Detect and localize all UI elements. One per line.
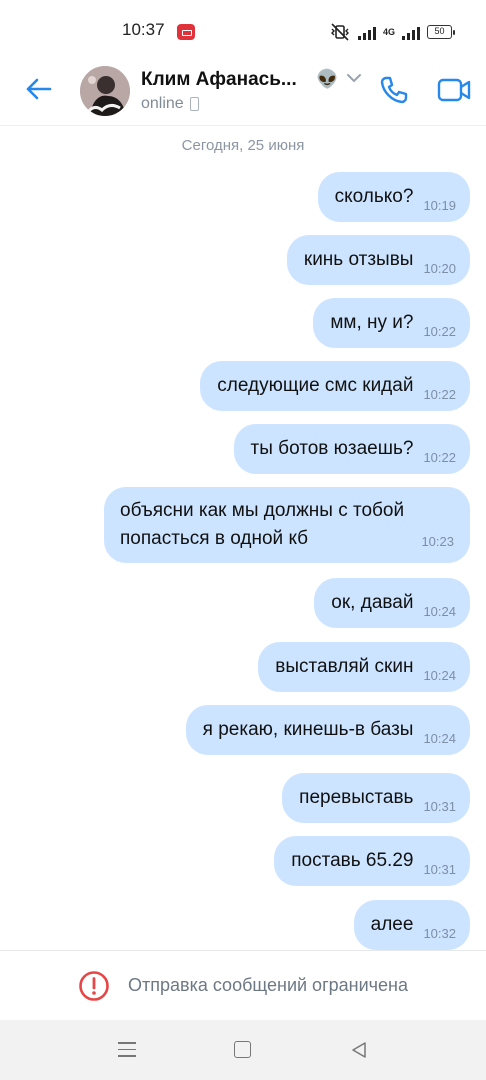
message-bubble[interactable]: мм, ну и? 10:22: [313, 298, 470, 348]
message-time: 10:31: [423, 799, 456, 814]
message-row: поставь 65.29 10:31: [274, 836, 470, 886]
online-status-text: online: [141, 95, 184, 112]
message-text: кинь отзывы: [303, 249, 414, 270]
status-icons: 4G 50: [329, 21, 455, 43]
back-button[interactable]: [20, 74, 56, 104]
message-text: мм, ну и?: [330, 312, 414, 333]
chevron-down-icon[interactable]: [346, 72, 362, 84]
message-row: мм, ну и? 10:22: [313, 298, 470, 348]
restriction-text: Отправка сообщений ограничена: [128, 975, 408, 995]
message-time: 10:22: [423, 324, 456, 339]
message-row: выставляй скин 10:24: [258, 642, 470, 692]
message-bubble[interactable]: выставляй скин 10:24: [258, 642, 470, 692]
message-text: поставь 65.29: [291, 850, 414, 871]
message-row: ты ботов юзаешь? 10:22: [233, 424, 470, 474]
message-row: следующие смс кидай 10:22: [200, 361, 470, 411]
message-text: я рекаю, кинешь-в базы: [202, 719, 414, 740]
phone-icon: [380, 76, 408, 104]
avatar[interactable]: [80, 66, 130, 116]
message-row: сколько? 10:19: [317, 172, 470, 222]
signal-icon-2: [402, 24, 420, 40]
status-time: 10:37: [122, 20, 165, 39]
recent-apps-button[interactable]: [118, 1042, 136, 1058]
chat-header: Клим Афанась... 👽 online: [0, 62, 486, 126]
contact-status: online: [141, 95, 199, 113]
message-bubble[interactable]: ты ботов юзаешь? 10:22: [233, 424, 470, 474]
message-text: перевыставь: [299, 787, 414, 808]
message-bubble[interactable]: перевыставь 10:31: [282, 773, 470, 823]
message-text: ок, давай: [331, 592, 414, 613]
message-time: 10:20: [423, 261, 456, 276]
message-list[interactable]: Сегодня, 25 июня сколько? 10:19 кинь отзы…: [0, 127, 486, 950]
alien-emoji: 👽: [316, 69, 339, 89]
contact-name[interactable]: Клим Афанась...: [141, 69, 297, 91]
chat-screen: 10:37 4G 50 Клим Афанась... 👽 online Сег…: [0, 0, 486, 1080]
message-bubble[interactable]: поставь 65.29 10:31: [274, 836, 470, 886]
status-bar: 10:37 4G 50: [0, 0, 486, 62]
message-time: 10:22: [423, 387, 456, 402]
message-row: ок, давай 10:24: [314, 578, 470, 628]
message-time: 10:24: [423, 731, 456, 746]
message-bubble[interactable]: сколько? 10:19: [317, 172, 470, 222]
call-button[interactable]: [374, 70, 414, 110]
message-bubble[interactable]: объясни как мы должны с тобой попасться …: [104, 487, 470, 563]
message-row: алее 10:32: [353, 900, 470, 950]
video-camera-icon: [437, 78, 471, 102]
message-row: перевыставь 10:31: [282, 773, 470, 823]
message-row: кинь отзывы 10:20: [286, 235, 470, 285]
message-time: 10:24: [423, 668, 456, 683]
message-text: сколько?: [334, 186, 414, 207]
message-bubble[interactable]: ок, давай 10:24: [314, 578, 470, 628]
message-time: 10:23: [421, 534, 454, 549]
system-navigation-bar: [0, 1020, 486, 1080]
messaging-restricted-notice: Отправка сообщений ограничена: [0, 950, 486, 1020]
message-text: выставляй скин: [275, 656, 414, 677]
signal-icon: [357, 24, 376, 40]
arrow-left-icon: [26, 78, 52, 100]
mobile-device-icon: [189, 97, 199, 111]
message-bubble[interactable]: следующие смс кидай 10:22: [200, 361, 470, 411]
message-time: 10:19: [423, 198, 456, 213]
message-bubble[interactable]: алее 10:32: [353, 900, 470, 950]
message-text: объясни как мы должны с тобой попасться …: [120, 500, 405, 549]
avatar-image: [80, 66, 130, 116]
message-row: я рекаю, кинешь-в базы 10:24: [185, 705, 470, 755]
message-text: следующие смс кидай: [217, 375, 414, 396]
notification-app-icon: [177, 24, 195, 40]
network-type-label: 4G: [382, 26, 395, 37]
message-text: ты ботов юзаешь?: [250, 438, 414, 459]
message-bubble[interactable]: я рекаю, кинешь-в базы 10:24: [185, 705, 470, 755]
video-call-button[interactable]: [434, 70, 474, 110]
battery-icon: 50: [427, 25, 455, 39]
message-time: 10:31: [423, 862, 456, 877]
message-time: 10:22: [423, 450, 456, 465]
message-time: 10:24: [423, 604, 456, 619]
nav-back-triangle-icon[interactable]: [349, 1040, 369, 1060]
message-row: объясни как мы должны с тобой попасться …: [104, 487, 470, 563]
vibrate-mute-icon: [330, 23, 349, 41]
message-text: алее: [370, 914, 414, 935]
date-divider: Сегодня, 25 июня: [181, 137, 305, 154]
home-button[interactable]: [234, 1041, 251, 1058]
message-time: 10:32: [423, 926, 456, 941]
message-bubble[interactable]: кинь отзывы 10:20: [286, 235, 470, 285]
warning-circle-icon: [79, 970, 109, 1001]
